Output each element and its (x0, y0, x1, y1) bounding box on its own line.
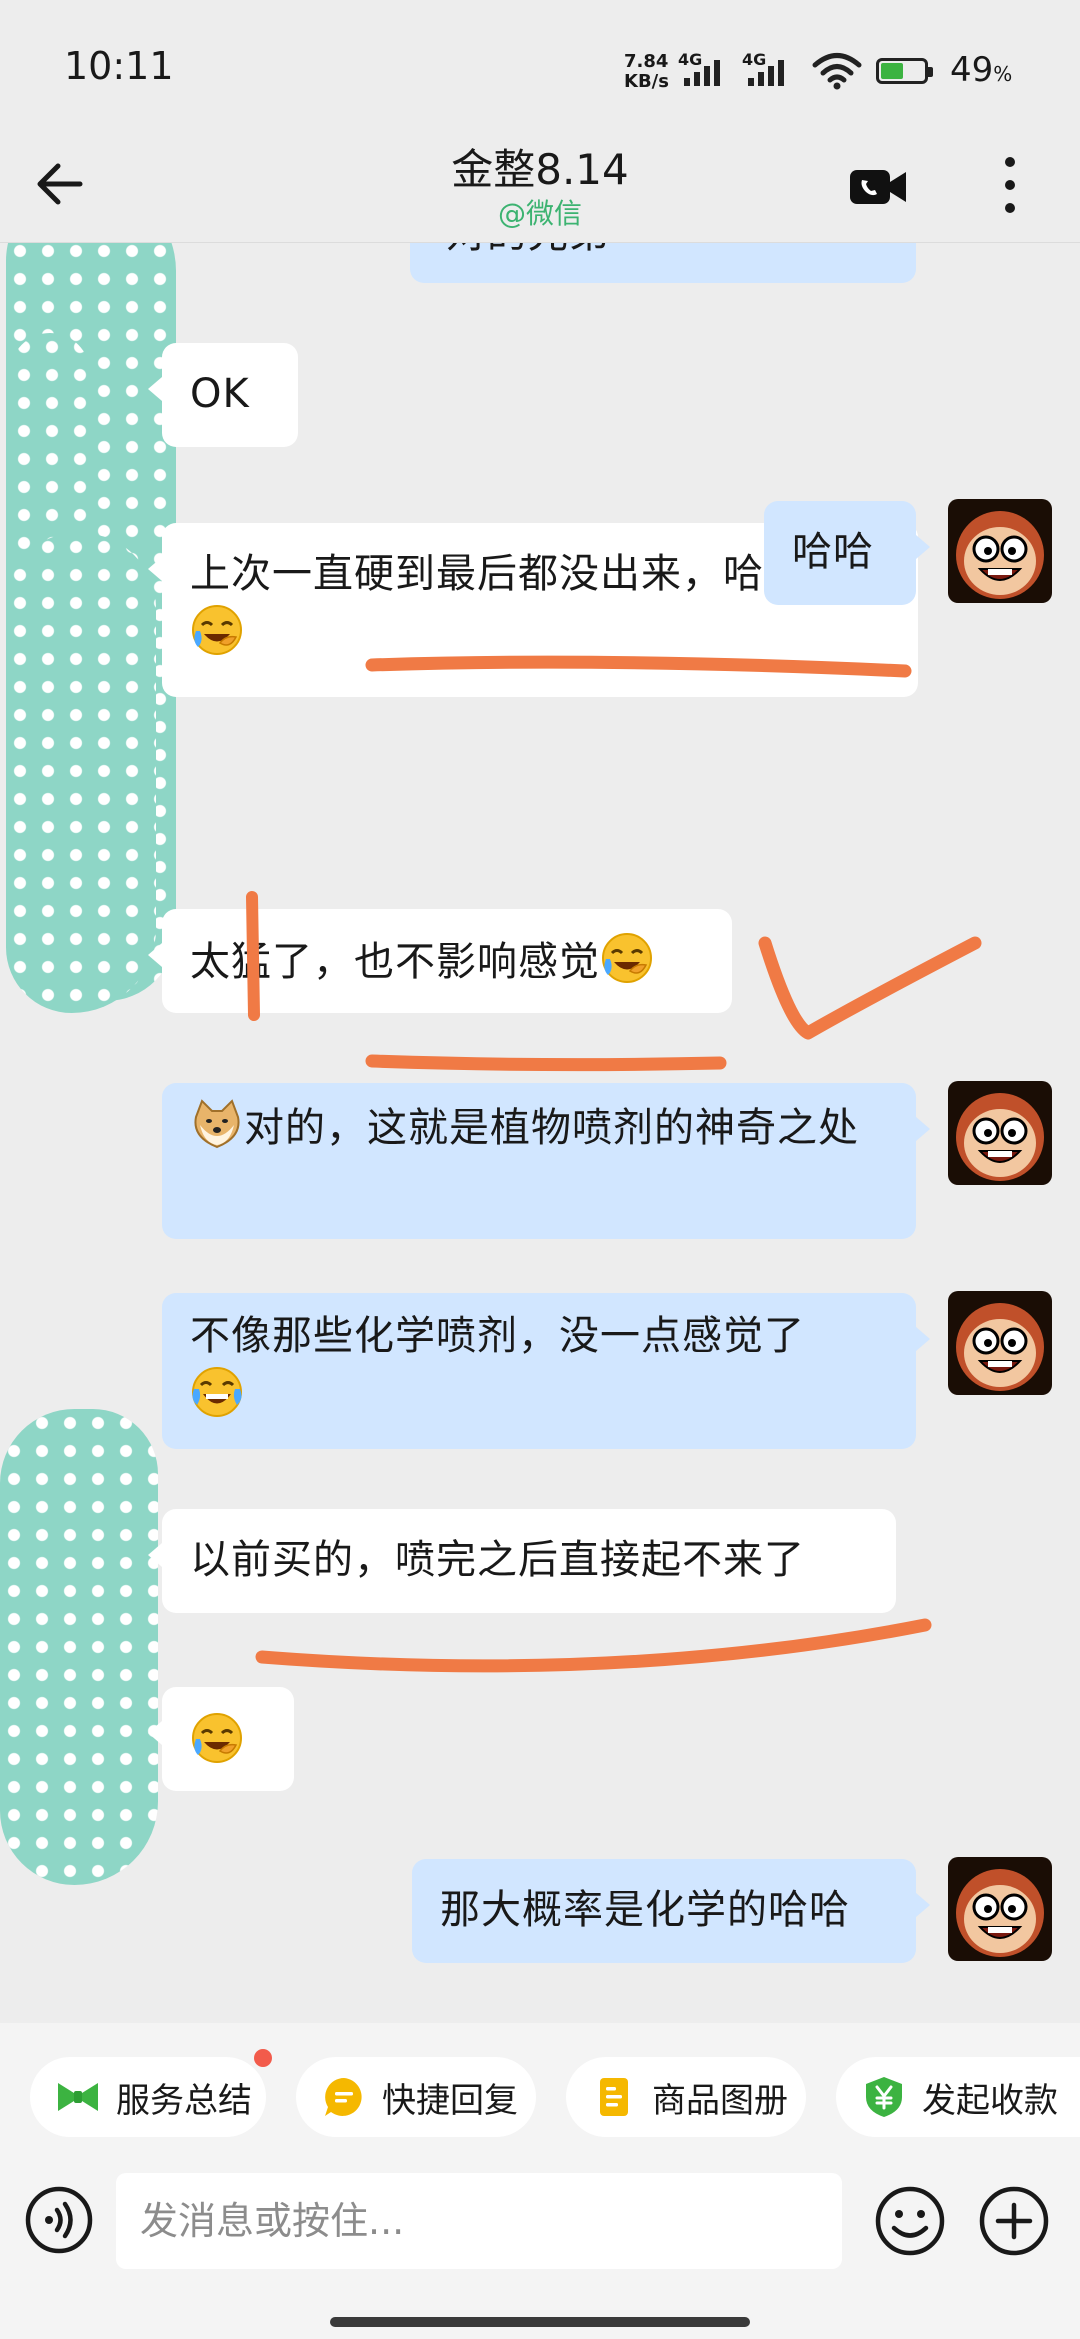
network-speed: 7.84 KB/s (624, 52, 669, 92)
sim1-signal-icon (684, 58, 720, 86)
chat-bubble-icon (325, 2078, 362, 2116)
wifi-icon (812, 53, 862, 90)
message-input[interactable] (116, 2173, 842, 2269)
sim2-signal-icon (748, 58, 784, 86)
emoji-picker-icon[interactable] (874, 2185, 946, 2257)
quick-action-label: 发起收款 (922, 2080, 1058, 2121)
notification-badge (254, 2049, 272, 2067)
handwritten-annotations (246, 655, 982, 1673)
service-summary-button[interactable]: 服务总结 (30, 2057, 266, 2137)
more-options-icon[interactable] (990, 150, 1030, 220)
quick-action-bar: 服务总结 快捷回复 商品图册 发起收款 (0, 2023, 1080, 2173)
underline-annotation (365, 655, 912, 678)
status-time: 10:11 (64, 44, 174, 88)
start-payment-button[interactable]: 发起收款 (836, 2057, 1080, 2137)
video-call-icon[interactable] (846, 156, 910, 216)
quick-action-label: 商品图册 (652, 2080, 788, 2121)
network-speed-unit: KB/s (624, 71, 669, 92)
home-indicator[interactable] (330, 2317, 750, 2327)
voice-input-icon[interactable] (24, 2185, 94, 2255)
message-input-bar (0, 2173, 1080, 2339)
chat-title: 金整8.14 (451, 145, 629, 194)
strike-annotation (246, 891, 260, 1021)
product-catalog-button[interactable]: 商品图册 (566, 2057, 806, 2137)
battery-icon (876, 58, 933, 84)
underline-annotation (255, 1618, 932, 1673)
quick-reply-button[interactable]: 快捷回复 (296, 2057, 536, 2137)
quick-action-label: 服务总结 (116, 2080, 252, 2121)
yen-shield-icon (866, 2077, 902, 2117)
chat-subtitle: @微信 (497, 197, 582, 230)
add-attachment-icon[interactable] (978, 2185, 1050, 2257)
battery-percent: 49% (950, 50, 1013, 90)
status-bar: 10:11 7.84 KB/s 4G 4G 49% (0, 0, 1080, 140)
chat-header: 金整8.14 @微信 (0, 130, 1080, 243)
quick-action-label: 快捷回复 (382, 2080, 518, 2121)
checkmark-annotation (758, 936, 982, 1040)
network-speed-value: 7.84 (624, 51, 669, 72)
underline-annotation (365, 1054, 727, 1072)
bow-tie-icon (58, 2083, 98, 2111)
catalog-icon (600, 2078, 628, 2116)
chat-message-list[interactable]: 对的兄弟 OK 上次一直硬到最后都没出来，哈哈 哈哈 太猛 (0, 243, 1080, 2023)
